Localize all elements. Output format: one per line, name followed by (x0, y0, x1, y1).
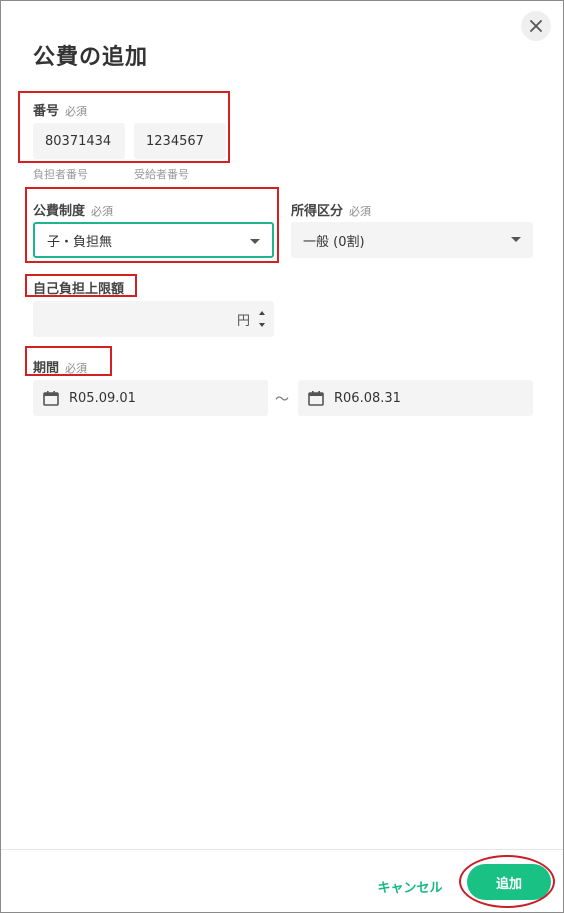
period-separator: ～ (275, 392, 289, 408)
period-start-value: R05.09.01 (69, 390, 136, 406)
close-button[interactable] (521, 11, 551, 41)
recipient-number-helper: 受給者番号 (134, 168, 189, 181)
required-badge: 必須 (349, 205, 372, 218)
close-icon (530, 20, 542, 32)
income-label: 所得区分 必須 (291, 200, 371, 219)
highlight-box-period (25, 346, 112, 376)
payer-number-helper: 負担者番号 (33, 168, 88, 181)
income-select[interactable]: 一般 (0割) (291, 222, 533, 258)
highlight-box-limit (25, 274, 137, 297)
add-public-expense-dialog: 公費の追加 番号 必須 80371434 1234567 負担者番号 受給者番号 … (0, 0, 564, 913)
limit-amount-input[interactable]: 円 (33, 301, 274, 337)
footer-divider (1, 849, 563, 850)
cancel-button[interactable]: キャンセル (365, 869, 455, 903)
highlight-box-system (25, 187, 279, 263)
spinner-arrows-icon[interactable] (258, 310, 266, 328)
period-end-value: R06.08.31 (334, 390, 401, 406)
income-label-text: 所得区分 (291, 204, 344, 219)
calendar-icon (308, 391, 324, 406)
dialog-title: 公費の追加 (33, 45, 149, 70)
highlight-ellipse-add (459, 855, 555, 908)
highlight-box-number (18, 91, 230, 163)
period-start-date-field[interactable]: R05.09.01 (33, 380, 268, 416)
caret-down-icon (511, 237, 521, 242)
income-select-value: 一般 (0割) (303, 234, 365, 250)
yen-unit: 円 (236, 313, 250, 329)
period-end-date-field[interactable]: R06.08.31 (298, 380, 533, 416)
calendar-icon (43, 391, 59, 406)
